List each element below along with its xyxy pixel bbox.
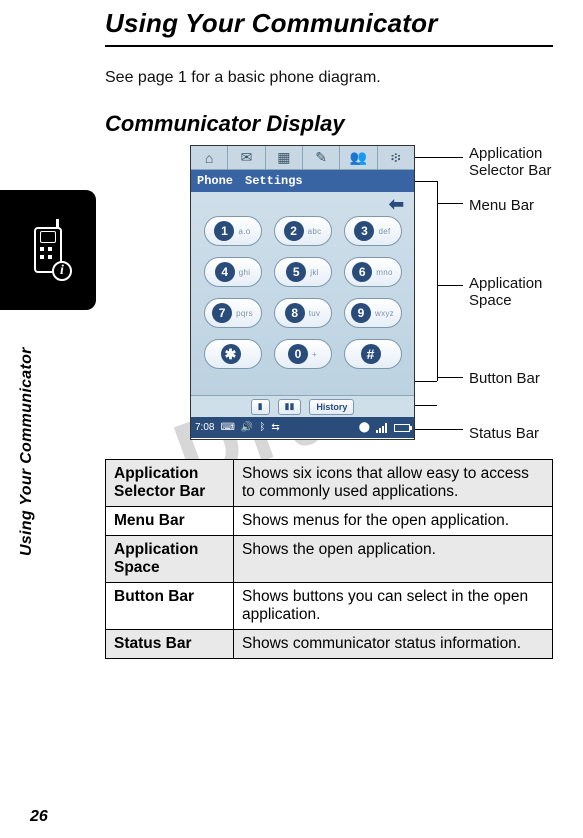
keyboard-icon: ⌨ [220,422,234,433]
definition-term: Status Bar [106,630,234,659]
key-star[interactable]: ✱ [204,339,262,369]
key-1[interactable]: 1a.o [204,216,262,246]
menu-settings[interactable]: Settings [245,174,303,188]
definition-desc: Shows buttons you can select in the open… [234,583,553,630]
key-9[interactable]: 9wxyz [344,298,402,328]
section-heading: Communicator Display [105,111,553,137]
definition-desc: Shows the open application. [234,536,553,583]
volume-icon: 🔊 [241,422,253,433]
signal-icon [376,423,388,433]
definition-term: Menu Bar [106,507,234,536]
status-bar: 7:08 ⌨ 🔊 ᛒ ⇆ ⬤ [191,417,414,438]
table-row: Application Selector BarShows six icons … [106,460,553,507]
definition-term: Application Space [106,536,234,583]
appsel-mail-icon[interactable]: ✉ [228,146,265,169]
button-bar: ▮ ▮▮ History [191,395,414,417]
sync-icon: ⇆ [271,422,279,433]
key-2[interactable]: 2abc [274,216,332,246]
buttonbar-contact[interactable]: ▮ [251,399,270,415]
side-tab: i [0,190,96,310]
definition-term: Application Selector Bar [106,460,234,507]
battery-icon [394,424,410,432]
appsel-apps-icon[interactable]: ▦ [266,146,303,169]
buttonbar-history[interactable]: History [309,399,354,415]
key-4[interactable]: 4ghi [204,257,262,287]
callout-menu-bar: Menu Bar [469,197,534,214]
device-screenshot: ⌂ ✉ ▦ ✎ 👥 ፨ Phone Settings ⬅ 1a.o 2abc 3… [190,145,415,440]
appsel-more-icon[interactable]: ፨ [378,146,414,169]
page-number: 26 [30,808,48,826]
bluetooth-icon: ᛒ [259,422,265,433]
page: Using Your Communicator See page 1 for a… [0,0,583,838]
table-row: Status BarShows communicator status info… [106,630,553,659]
key-7[interactable]: 7pqrs [204,298,262,328]
status-time: 7:08 [195,422,214,433]
definition-desc: Shows six icons that allow easy to acces… [234,460,553,507]
key-5[interactable]: 5jkl [274,257,332,287]
info-badge-icon: i [52,261,72,281]
key-8[interactable]: 8tuv [274,298,332,328]
back-icon[interactable]: ⬅ [389,194,404,215]
table-row: Application SpaceShows the open applicat… [106,536,553,583]
buttonbar-camera[interactable]: ▮▮ [278,399,302,415]
page-title: Using Your Communicator [105,8,553,39]
callout-app-space: Application Space [469,275,542,310]
figure: ⌂ ✉ ▦ ✎ 👥 ፨ Phone Settings ⬅ 1a.o 2abc 3… [105,145,553,453]
app-selector-bar: ⌂ ✉ ▦ ✎ 👥 ፨ [191,146,414,170]
definitions-table: Application Selector BarShows six icons … [105,459,553,659]
phone-icon: i [34,227,62,273]
definition-term: Button Bar [106,583,234,630]
callout-button-bar: Button Bar [469,370,540,387]
appsel-contacts-icon[interactable]: 👥 [340,146,377,169]
menu-bar: Phone Settings [191,170,414,192]
callout-status-bar: Status Bar [469,425,539,442]
menu-phone[interactable]: Phone [197,174,233,188]
callout-app-selector: Application Selector Bar [469,145,552,180]
intro-text: See page 1 for a basic phone diagram. [105,69,553,87]
title-rule [105,45,553,47]
key-hash[interactable]: # [344,339,402,369]
appsel-notes-icon[interactable]: ✎ [303,146,340,169]
table-row: Button BarShows buttons you can select i… [106,583,553,630]
definition-desc: Shows menus for the open application. [234,507,553,536]
alert-icon: ⬤ [359,422,370,433]
table-row: Menu BarShows menus for the open applica… [106,507,553,536]
side-label: Using Your Communicator [18,347,36,556]
key-3[interactable]: 3def [344,216,402,246]
key-6[interactable]: 6mno [344,257,402,287]
key-0[interactable]: 0+ [274,339,332,369]
appsel-home-icon[interactable]: ⌂ [191,146,228,169]
definition-desc: Shows communicator status information. [234,630,553,659]
application-space: ⬅ 1a.o 2abc 3def 4ghi 5jkl 6mno 7pqrs 8t… [191,192,414,395]
